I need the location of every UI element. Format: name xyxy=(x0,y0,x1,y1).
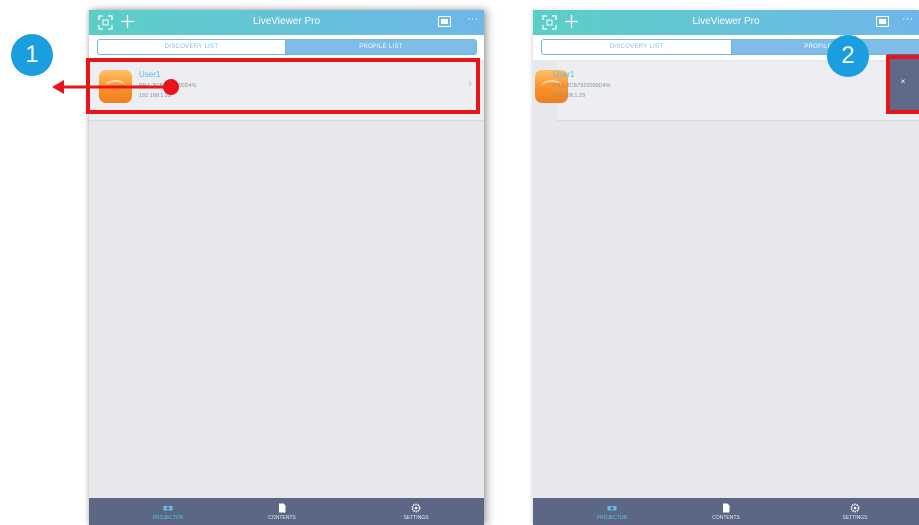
screen-mirror-icon[interactable] xyxy=(438,16,451,28)
swipe-left-arrow xyxy=(52,79,179,95)
projector-icon xyxy=(607,506,617,511)
gear-icon xyxy=(850,503,860,513)
step-1-callout: 1 xyxy=(11,34,53,76)
discovery-list-tab[interactable]: DISCOVERY LIST xyxy=(97,39,286,55)
top-navigation-bar: LiveViewer Pro ··· xyxy=(89,10,484,35)
discovery-list-tab[interactable]: DISCOVERY LIST xyxy=(541,39,732,55)
device-screen-step2: LiveViewer Pro ··· DISCOVERY LIST PROFIL… xyxy=(533,10,919,525)
tab-label: SETTINGS xyxy=(842,515,868,521)
document-icon xyxy=(279,503,286,513)
tab-projector[interactable]: PROJECTOR xyxy=(138,498,198,525)
top-navigation-bar: LiveViewer Pro ··· xyxy=(533,10,919,35)
tab-settings[interactable]: SETTINGS xyxy=(825,498,885,525)
list-segment-control: DISCOVERY LIST PROFILE LIST xyxy=(89,35,484,60)
tab-projector[interactable]: PROJECTOR xyxy=(582,498,642,525)
device-name: User1 xyxy=(553,70,575,79)
projector-icon xyxy=(163,506,173,511)
bottom-tab-bar: PROJECTOR CONTENTS SETTINGS xyxy=(89,498,484,525)
screen-mirror-icon[interactable] xyxy=(876,16,889,28)
app-title: LiveViewer Pro xyxy=(252,16,321,27)
more-icon[interactable]: ··· xyxy=(467,13,478,25)
projector-list-item-swiped[interactable]: User1 PRJ_3CB7922000D4% 192.168.1.23 › xyxy=(535,62,919,121)
tab-contents[interactable]: CONTENTS xyxy=(252,498,312,525)
tab-label: CONTENTS xyxy=(712,515,740,521)
document-icon xyxy=(723,503,730,513)
device-ip: 192.168.1.23 xyxy=(553,93,586,99)
step-2-callout: 2 xyxy=(827,35,869,77)
tab-settings[interactable]: SETTINGS xyxy=(386,498,446,525)
profile-list-tab[interactable]: PROFILE LIST xyxy=(285,39,477,55)
delete-button-highlight-frame xyxy=(886,55,919,114)
more-icon[interactable]: ··· xyxy=(902,13,913,25)
tab-label: SETTINGS xyxy=(403,515,429,521)
device-id: PRJ_3CB7922000D4% xyxy=(553,83,611,89)
tab-label: CONTENTS xyxy=(268,515,296,521)
tab-contents[interactable]: CONTENTS xyxy=(696,498,756,525)
bottom-tab-bar: PROJECTOR CONTENTS SETTINGS xyxy=(533,498,919,525)
tab-label: PROJECTOR xyxy=(152,515,184,521)
profile-list-tab[interactable]: PROFILE LIST xyxy=(731,39,919,55)
app-title: LiveViewer Pro xyxy=(692,16,760,27)
tab-label: PROJECTOR xyxy=(596,515,628,521)
gear-icon xyxy=(411,503,421,513)
